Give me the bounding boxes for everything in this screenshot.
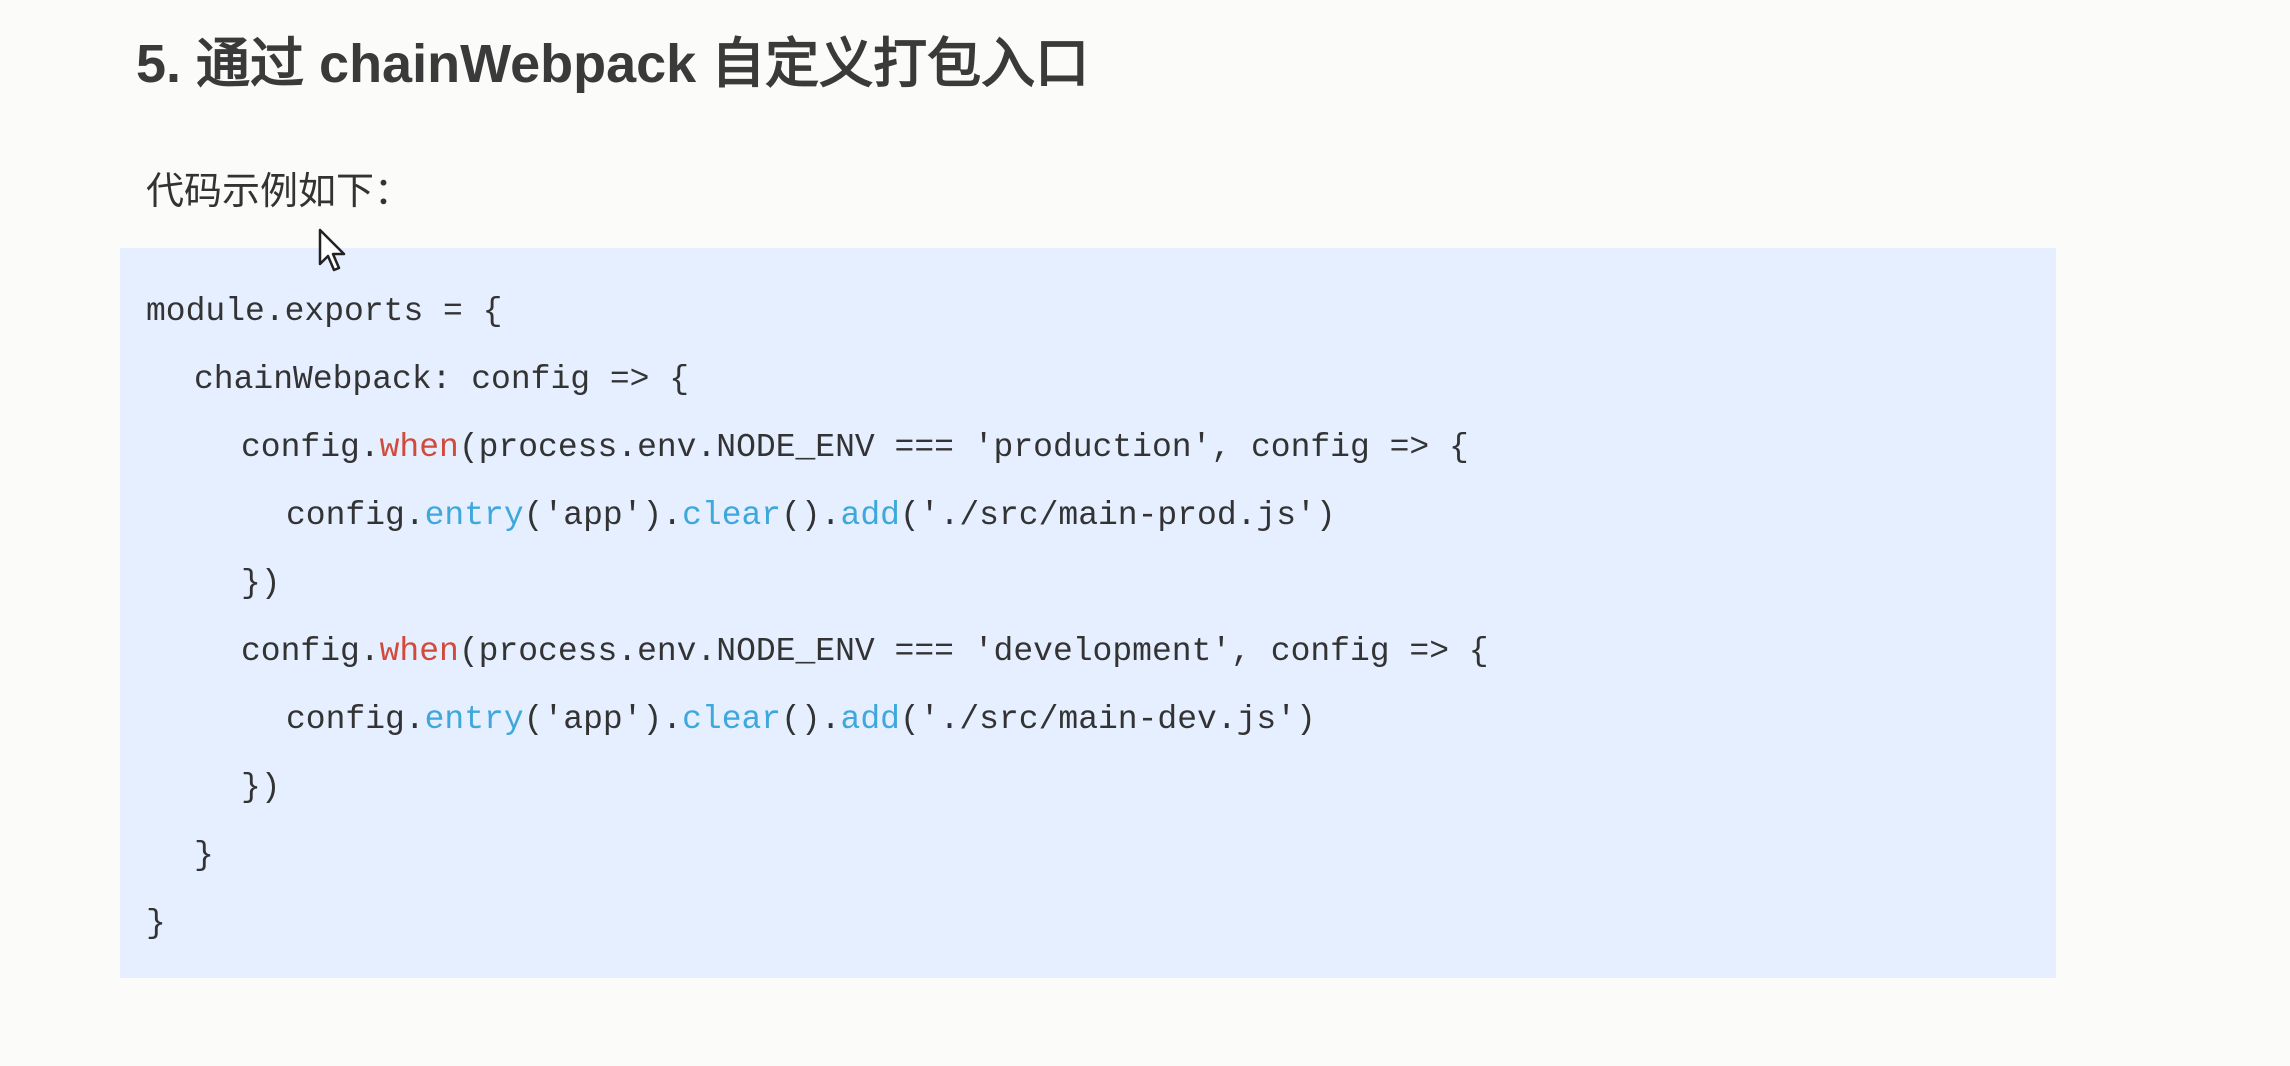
code-token: config. <box>286 497 425 534</box>
code-line-4: config.entry('app').clear().add('./src/m… <box>286 494 1336 538</box>
code-token: chainWebpack: config => { <box>194 361 690 398</box>
code-token: entry <box>424 701 524 738</box>
code-token: add <box>840 701 900 738</box>
code-token: (process.env.NODE_ENV === 'production', … <box>458 429 1469 466</box>
code-token: (). <box>781 701 841 738</box>
code-line-6: config.when(process.env.NODE_ENV === 'de… <box>241 630 1489 674</box>
code-token: module.exports = { <box>146 293 503 330</box>
code-token: ('app'). <box>523 701 683 738</box>
code-token: ('./src/main-dev.js') <box>899 701 1316 738</box>
code-token: (). <box>781 497 841 534</box>
code-token: when <box>379 633 459 670</box>
code-line-1: module.exports = { <box>146 290 502 334</box>
code-token: } <box>146 905 166 942</box>
code-token: config. <box>286 701 425 738</box>
code-token: when <box>379 429 459 466</box>
code-token: ('./src/main-prod.js') <box>899 497 1336 534</box>
code-line-3: config.when(process.env.NODE_ENV === 'pr… <box>241 426 1469 470</box>
code-token: } <box>194 837 214 874</box>
code-token: ('app'). <box>523 497 683 534</box>
code-line-8: }) <box>241 766 281 810</box>
code-line-5: }) <box>241 562 281 606</box>
mouse-pointer-icon <box>318 228 346 272</box>
code-line-2: chainWebpack: config => { <box>194 358 689 402</box>
code-token: (process.env.NODE_ENV === 'development',… <box>458 633 1489 670</box>
intro-text: 代码示例如下： <box>146 171 413 213</box>
code-token: config. <box>241 429 380 466</box>
code-token: }) <box>241 769 281 806</box>
code-token: clear <box>682 497 782 534</box>
code-block: module.exports = { chainWebpack: config … <box>120 248 2056 978</box>
code-token: entry <box>424 497 524 534</box>
code-token: add <box>840 497 900 534</box>
slide-title: 5. 通过 chainWebpack 自定义打包入口 <box>136 34 1090 94</box>
code-token: clear <box>682 701 782 738</box>
code-line-10: } <box>146 902 166 946</box>
code-line-7: config.entry('app').clear().add('./src/m… <box>286 698 1316 742</box>
code-token: }) <box>241 565 281 602</box>
code-token: config. <box>241 633 380 670</box>
code-line-9: } <box>194 834 214 878</box>
